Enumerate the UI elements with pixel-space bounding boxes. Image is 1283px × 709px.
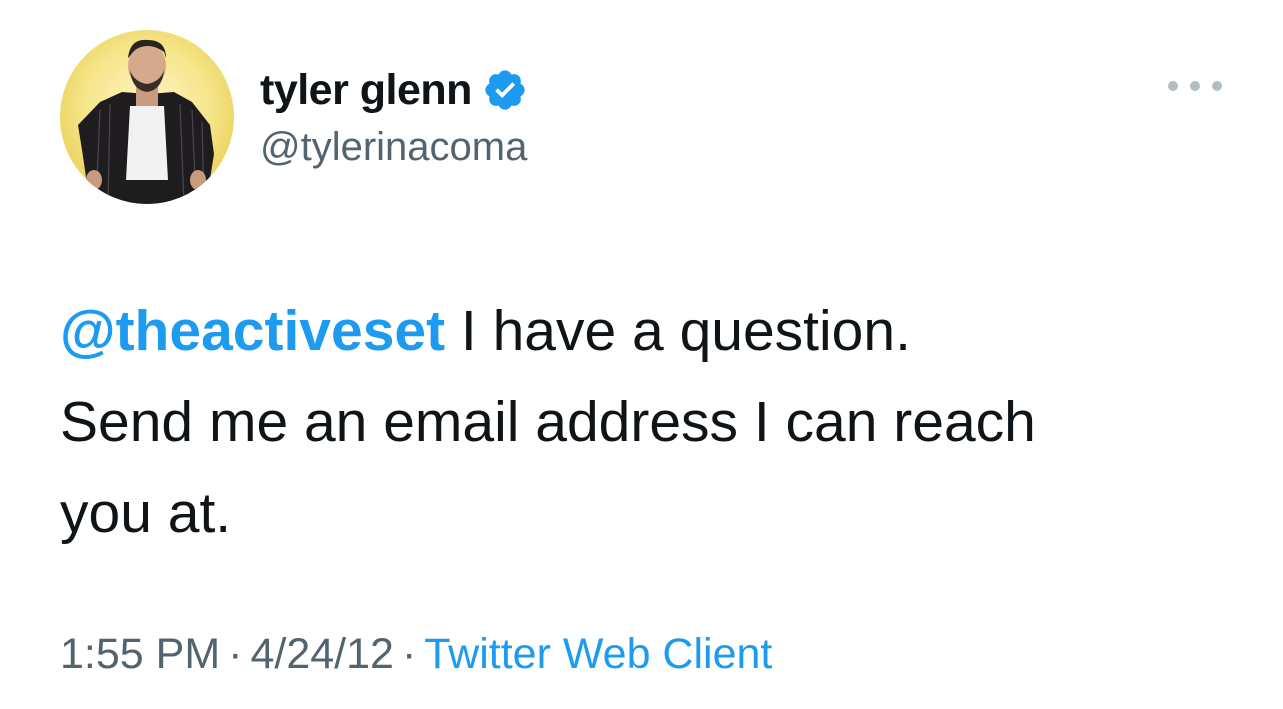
meta-separator: · — [228, 630, 243, 678]
tweet-date[interactable]: 4/24/12 — [250, 630, 393, 678]
author-name-row: tyler glenn — [260, 62, 528, 118]
display-name[interactable]: tyler glenn — [260, 66, 472, 115]
author-handle[interactable]: @tylerinacoma — [260, 125, 527, 170]
tweet-time[interactable]: 1:55 PM — [60, 630, 220, 678]
tweet-text-line2: Send me an email address I can reach — [60, 390, 1036, 454]
more-dot — [1168, 81, 1178, 91]
tweet-source-link[interactable]: Twitter Web Client — [424, 630, 772, 678]
tweet-text-line3: you at. — [60, 481, 232, 545]
more-dot — [1212, 81, 1222, 91]
tweet-text: @theactiveset I have a question. Send me… — [60, 286, 1260, 559]
tweet-card: tyler glenn @tylerinacoma @theactiveset … — [0, 0, 1283, 709]
more-dot — [1190, 81, 1200, 91]
more-options-icon[interactable] — [1168, 70, 1222, 102]
mention-link[interactable]: @theactiveset — [60, 299, 445, 363]
meta-separator: · — [401, 630, 417, 678]
profile-photo-icon — [60, 30, 234, 204]
tweet-text-line1: I have a question. — [445, 299, 911, 363]
author-avatar[interactable] — [60, 30, 234, 204]
verified-badge-icon — [482, 67, 528, 113]
tweet-meta: 1:55 PM · 4/24/12 · Twitter Web Client — [60, 630, 772, 679]
